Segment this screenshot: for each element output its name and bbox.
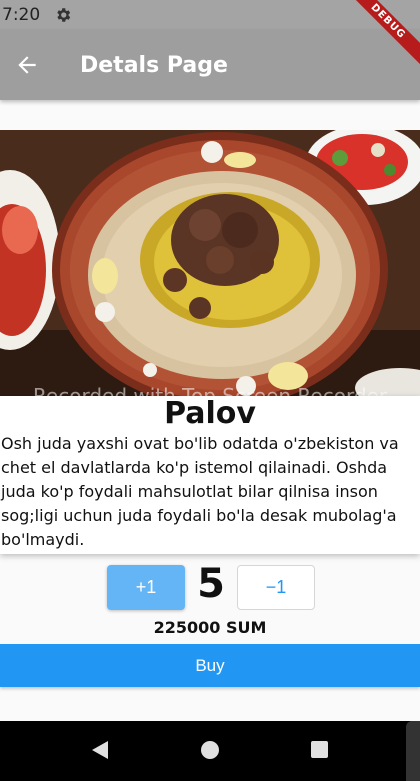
buy-button[interactable]: Buy	[0, 644, 420, 687]
system-nav-bar	[0, 721, 420, 781]
increment-button[interactable]: +1	[107, 565, 185, 610]
nav-recents-icon[interactable]	[311, 741, 328, 758]
edge-handle	[406, 721, 420, 781]
status-time: 7:20	[2, 5, 41, 25]
decrement-button[interactable]: −1	[237, 565, 315, 610]
quantity-stepper: +1 5 −1	[0, 561, 420, 611]
nav-back-icon[interactable]	[90, 740, 110, 760]
quantity-value: 5	[197, 561, 225, 607]
status-bar: 7:20	[0, 0, 420, 30]
settings-gear-icon	[57, 8, 71, 22]
app-bar: Detals Page	[0, 30, 420, 100]
dish-name: Palov	[164, 396, 256, 431]
description-card: Palov Osh juda yaxshi ovat bo'lib odatda…	[0, 396, 420, 554]
back-button[interactable]	[2, 37, 52, 93]
arrow-back-icon	[18, 56, 36, 74]
page-title: Detals Page	[80, 52, 228, 78]
dish-image	[0, 130, 420, 398]
nav-home-icon[interactable]	[201, 741, 219, 759]
total-price: 225000 SUM	[153, 618, 267, 637]
palov-photo	[0, 130, 420, 398]
dish-description: Osh juda yaxshi ovat bo'lib odatda o'zbe…	[1, 434, 399, 549]
